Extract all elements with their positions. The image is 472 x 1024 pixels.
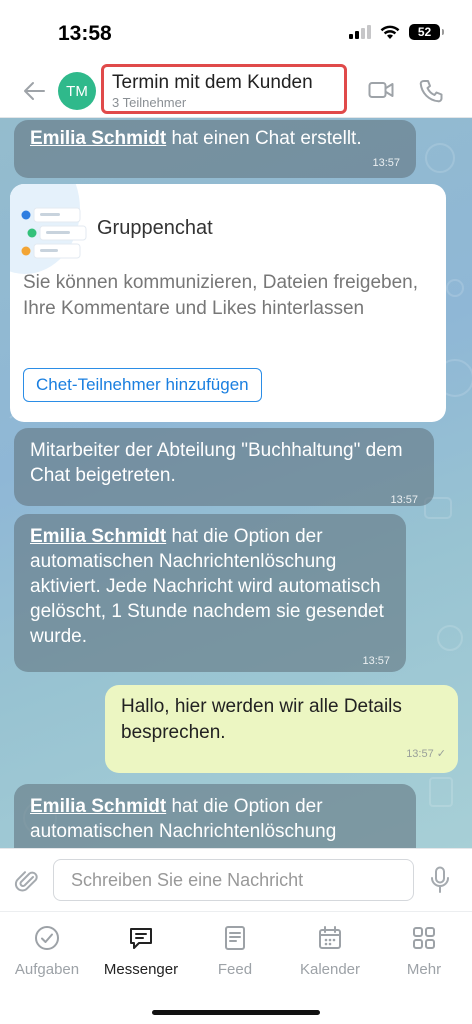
system-message-chat-created: Emilia Schmidt hat einen Chat erstellt. … bbox=[14, 120, 416, 178]
tab-label: Feed bbox=[217, 961, 253, 978]
home-indicator bbox=[152, 1010, 320, 1015]
tab-label: Kalender bbox=[299, 961, 361, 978]
outgoing-message[interactable]: Hallo, hier werden wir alle Details besp… bbox=[105, 685, 458, 773]
tab-label: Messenger bbox=[103, 961, 179, 978]
chat-bubble-icon bbox=[130, 928, 152, 949]
group-chat-illustration-icon bbox=[21, 207, 87, 259]
bottom-tab-bar: Aufgaben Messenger Feed Kalender Mehr bbox=[0, 911, 472, 1024]
participant-count: 3 Teilnehmer bbox=[112, 95, 187, 110]
message-composer bbox=[0, 848, 472, 911]
message-time: 13:57 bbox=[372, 157, 400, 169]
tab-label: Aufgaben bbox=[14, 961, 80, 978]
tab-aufgaben[interactable]: Aufgaben bbox=[2, 924, 92, 978]
chat-avatar[interactable]: TM bbox=[58, 72, 96, 110]
status-bar: 13:58 52 bbox=[0, 0, 472, 64]
system-message-autodelete-on: Emilia Schmidt hat die Option der automa… bbox=[14, 514, 406, 672]
message-input[interactable] bbox=[53, 859, 414, 901]
status-time: 13:58 bbox=[58, 22, 112, 45]
card-description: Sie können kommunizieren, Dateien freige… bbox=[23, 272, 419, 319]
signal-icon bbox=[349, 25, 371, 39]
chat-title-area[interactable]: Termin mit dem Kunden 3 Teilnehmer bbox=[101, 64, 347, 114]
attachment-clip-icon[interactable] bbox=[14, 868, 40, 894]
message-time: 13:57 bbox=[390, 494, 418, 506]
chat-area[interactable]: Emilia Schmidt hat einen Chat erstellt. … bbox=[0, 118, 472, 848]
chat-header: TM Termin mit dem Kunden 3 Teilnehmer bbox=[0, 64, 472, 118]
user-name-link[interactable]: Emilia Schmidt bbox=[30, 526, 166, 547]
chat-title: Termin mit dem Kunden bbox=[112, 72, 313, 93]
add-participants-button[interactable]: Chet-Teilnehmer hinzufügen bbox=[23, 368, 262, 402]
feed-icon bbox=[225, 926, 245, 950]
user-name-link[interactable]: Emilia Schmidt bbox=[30, 128, 166, 149]
calendar-icon bbox=[319, 926, 341, 949]
system-message-department-joined: Mitarbeiter der Abteilung "Buchhaltung" … bbox=[14, 428, 434, 506]
card-title: Gruppenchat bbox=[97, 217, 213, 239]
grid-icon bbox=[413, 927, 435, 949]
tab-messenger[interactable]: Messenger bbox=[96, 924, 186, 978]
microphone-icon[interactable] bbox=[430, 866, 450, 894]
system-message-autodelete-off: Emilia Schmidt hat die Option der automa… bbox=[14, 784, 416, 848]
tab-label: Mehr bbox=[406, 961, 442, 978]
phone-call-icon[interactable] bbox=[418, 78, 444, 104]
video-call-icon[interactable] bbox=[368, 79, 394, 101]
tab-feed[interactable]: Feed bbox=[190, 924, 280, 978]
tab-kalender[interactable]: Kalender bbox=[285, 924, 375, 978]
message-time: 13:57 bbox=[362, 655, 390, 667]
wifi-icon bbox=[380, 25, 400, 39]
battery-icon: 52 bbox=[409, 24, 444, 40]
user-name-link[interactable]: Emilia Schmidt bbox=[30, 796, 166, 817]
check-circle-icon bbox=[35, 926, 59, 950]
group-chat-info-card: Gruppenchat Sie können kommunizieren, Da… bbox=[10, 184, 446, 422]
tab-mehr[interactable]: Mehr bbox=[379, 924, 469, 978]
back-arrow-icon[interactable] bbox=[22, 80, 46, 102]
message-time-read: 13:57 ✓ bbox=[406, 748, 446, 760]
status-icons: 52 bbox=[349, 24, 444, 40]
